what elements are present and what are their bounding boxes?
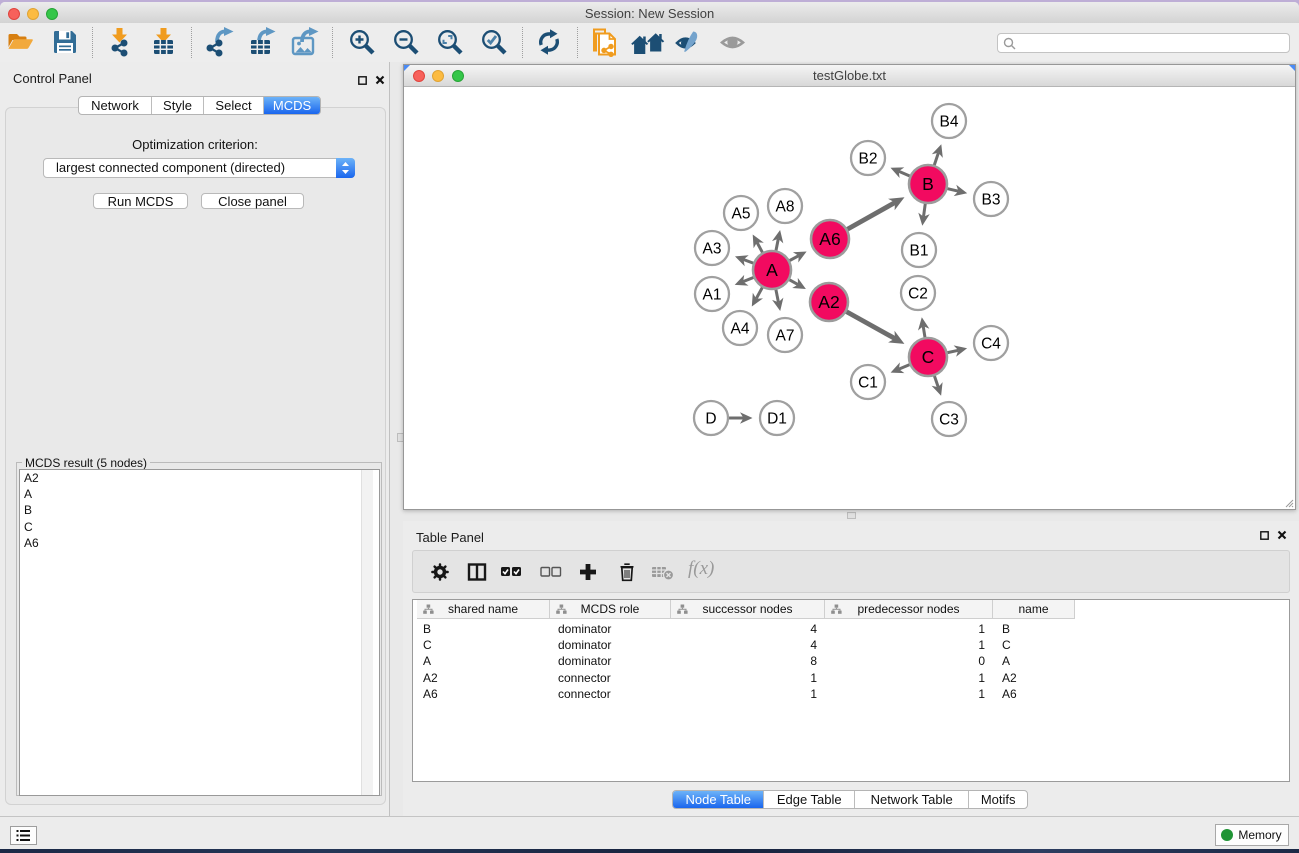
svg-text:A: A [766,260,778,280]
svg-text:A6: A6 [819,229,840,249]
svg-text:B: B [922,174,934,194]
svg-text:B1: B1 [910,243,929,260]
svg-text:B2: B2 [859,151,878,168]
svg-text:C3: C3 [939,412,959,429]
svg-text:C1: C1 [858,375,878,392]
svg-text:A7: A7 [776,328,795,345]
svg-text:B4: B4 [940,114,959,131]
svg-text:D: D [705,411,716,428]
svg-text:C2: C2 [908,286,928,303]
svg-text:C4: C4 [981,336,1001,353]
svg-text:A2: A2 [818,292,839,312]
svg-text:B3: B3 [982,192,1001,209]
svg-text:A1: A1 [703,287,722,304]
svg-text:A4: A4 [731,321,750,338]
svg-text:C: C [922,347,935,367]
svg-text:A3: A3 [703,241,722,258]
svg-text:A8: A8 [776,199,795,216]
svg-text:D1: D1 [767,411,787,428]
svg-text:A5: A5 [732,206,751,223]
